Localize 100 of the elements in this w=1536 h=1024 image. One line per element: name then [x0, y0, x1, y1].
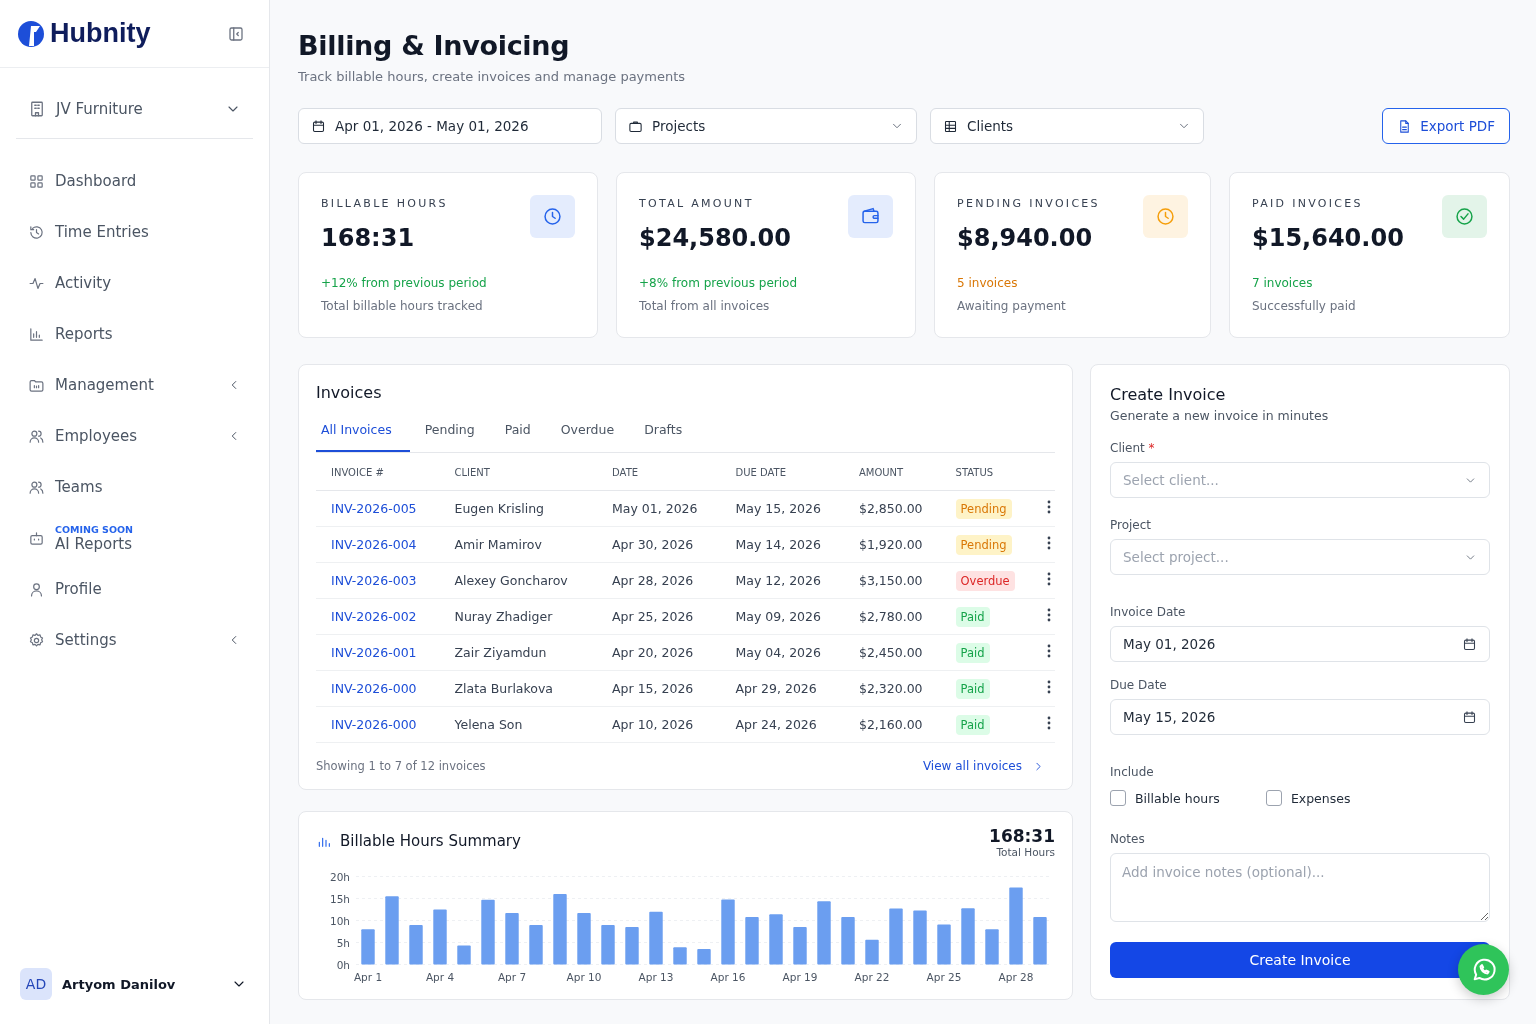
chart-bar: [985, 929, 999, 965]
user-avatar: AD: [20, 968, 52, 1000]
table-cell: Apr 10, 2026: [612, 717, 694, 732]
table-cell: May 14, 2026: [735, 537, 821, 552]
nav-item[interactable]: Profile: [16, 567, 253, 611]
nav-item[interactable]: Dashboard: [16, 159, 253, 203]
invoice-link[interactable]: INV-2026-002: [331, 609, 417, 624]
checkbox[interactable]: [1265, 790, 1282, 806]
chart-bar: [361, 929, 375, 965]
date-range-picker[interactable]: Apr 01, 2026 - May 01, 2026: [298, 108, 602, 144]
table-cell: Apr 28, 2026: [612, 573, 694, 588]
status-badge: Pending: [955, 498, 1012, 519]
table-cell: Nuray Zhadiger: [454, 609, 553, 624]
more-icon[interactable]: [1046, 536, 1051, 550]
stat-note: 5 invoices: [957, 276, 1019, 290]
status-badge: Paid: [955, 714, 990, 735]
page-title: Billing & Invoicing: [298, 30, 571, 61]
bar-chart-icon: [28, 325, 45, 343]
invoice-tab[interactable]: Overdue: [545, 414, 630, 452]
table-cell: Apr 25, 2026: [612, 609, 694, 624]
total-hours-label: Total Hours: [995, 846, 1055, 858]
stat-value: $15,640.00: [1252, 224, 1405, 252]
column-header: DATE: [597, 453, 721, 491]
stat-value: 168:31: [321, 224, 416, 252]
nav-item[interactable]: Activity: [16, 261, 253, 305]
more-icon[interactable]: [1046, 572, 1051, 586]
more-icon[interactable]: [1046, 680, 1051, 694]
stat-detail: Total billable hours tracked: [321, 299, 484, 313]
nav-item[interactable]: Employees: [16, 414, 253, 458]
logo-icon: [16, 18, 46, 49]
chart-bar: [409, 924, 423, 965]
nav-item[interactable]: Management: [16, 363, 253, 407]
field-label: Notes: [1110, 832, 1145, 846]
building-icon: [28, 100, 46, 118]
table-cell: $3,150.00: [858, 573, 923, 588]
invoice-tab[interactable]: All Invoices: [316, 414, 410, 452]
table-cell: May 04, 2026: [735, 645, 821, 660]
nav-label: Activity: [55, 274, 112, 292]
field-label: Due Date: [1110, 678, 1167, 692]
status-badge: Pending: [955, 534, 1012, 555]
chart-bar: [673, 947, 687, 965]
sidebar-toggle-icon: [227, 24, 245, 43]
date-field[interactable]: May 15, 2026: [1110, 699, 1490, 735]
organization-selector[interactable]: JV Furniture: [16, 90, 253, 139]
table-cell: Zlata Burlakova: [454, 681, 554, 696]
calendar-icon: [311, 118, 326, 134]
history-icon: [28, 223, 45, 241]
invoice-link[interactable]: INV-2026-003: [331, 573, 417, 588]
y-axis-label: 20h: [330, 870, 350, 883]
table-cell: Alexey Goncharov: [454, 573, 568, 588]
invoice-link[interactable]: INV-2026-005: [331, 501, 417, 516]
x-axis-label: Apr 4: [425, 970, 455, 983]
field-label: Include: [1110, 765, 1154, 779]
nav-item[interactable]: Teams: [16, 465, 253, 509]
nav-label: Time Entries: [55, 223, 149, 241]
stat-detail: Awaiting payment: [957, 299, 1067, 313]
table-cell: May 01, 2026: [612, 501, 698, 516]
export-pdf-button[interactable]: Export PDF: [1382, 108, 1510, 144]
invoice-link[interactable]: INV-2026-001: [331, 645, 417, 660]
status-badge: Paid: [955, 606, 990, 627]
x-axis-label: Apr 19: [782, 970, 818, 983]
more-icon[interactable]: [1046, 500, 1051, 514]
create-invoice-button[interactable]: Create Invoice: [1110, 942, 1490, 978]
checkbox[interactable]: [1110, 790, 1126, 806]
field-label: Client: [1110, 441, 1145, 455]
nav-item[interactable]: Time Entries: [16, 210, 253, 254]
user-name: Artyom Danilov: [62, 976, 176, 992]
chart-bar: [433, 909, 447, 965]
more-icon[interactable]: [1046, 644, 1051, 658]
invoice-tab[interactable]: Pending: [409, 414, 490, 452]
column-header: STATUS: [940, 453, 1032, 491]
table-cell: $1,920.00: [858, 537, 923, 552]
chart-bar: [721, 899, 735, 965]
invoice-link[interactable]: INV-2026-000: [331, 717, 417, 732]
column-header: INVOICE #: [316, 453, 440, 491]
more-icon[interactable]: [1046, 716, 1051, 730]
stat-detail: Successfully paid: [1252, 299, 1357, 313]
x-axis-label: Apr 16: [710, 970, 746, 983]
clock-icon: [1155, 206, 1176, 227]
invoice-link[interactable]: INV-2026-000: [331, 681, 417, 696]
nav-item[interactable]: Settings: [16, 618, 253, 662]
table-cell: Apr 24, 2026: [735, 717, 817, 732]
invoice-tab[interactable]: Drafts: [629, 414, 698, 452]
x-axis-label: Apr 22: [854, 970, 890, 983]
projects-dropdown[interactable]: Projects: [615, 108, 917, 144]
table-cell: $2,320.00: [858, 681, 923, 696]
clients-dropdown[interactable]: Clients: [930, 108, 1204, 144]
y-axis-label: 5h: [336, 936, 350, 949]
chart-bar: [1033, 917, 1047, 965]
date-field[interactable]: May 01, 2026: [1110, 626, 1490, 662]
chart-bar: [937, 924, 951, 965]
more-icon[interactable]: [1046, 608, 1051, 622]
nav-item[interactable]: Reports: [16, 312, 253, 356]
nav-item[interactable]: COMING SOON AI Reports: [16, 516, 253, 560]
notes-field[interactable]: Add invoice notes (optional)...: [1110, 853, 1490, 922]
robot-icon: [28, 529, 45, 547]
invoice-tab[interactable]: Paid: [489, 414, 546, 452]
chart-bar: [889, 908, 903, 965]
view-all-link[interactable]: View all invoices: [922, 759, 1055, 773]
invoice-link[interactable]: INV-2026-004: [331, 537, 417, 552]
